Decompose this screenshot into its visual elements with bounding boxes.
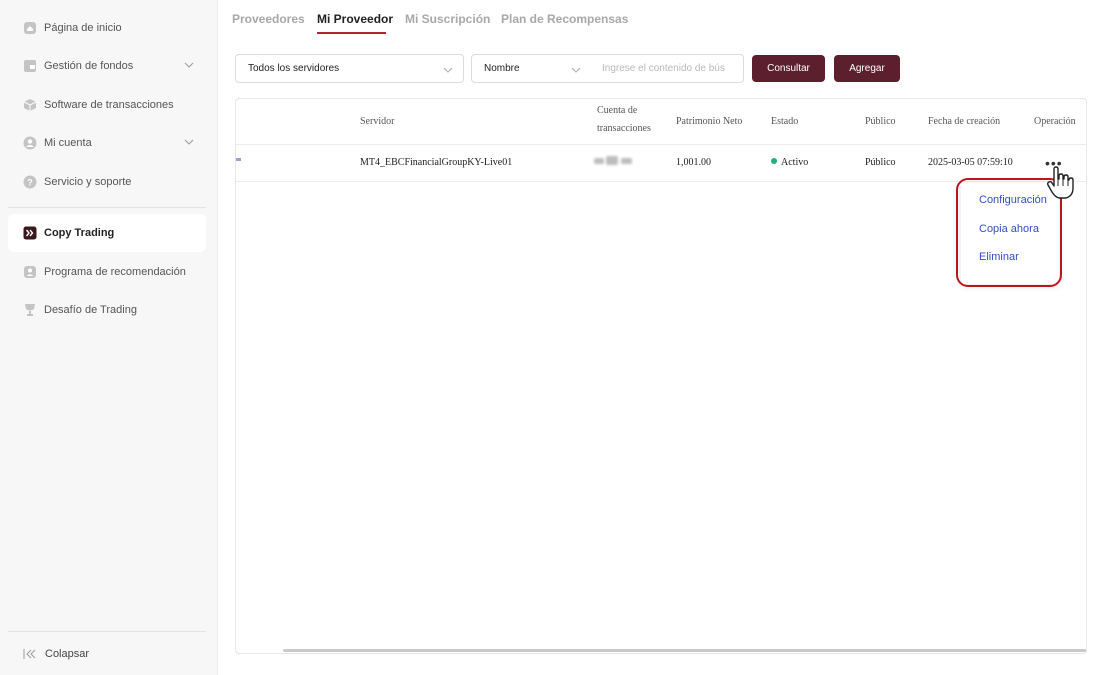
trophy-icon (23, 303, 37, 317)
add-button[interactable]: Agregar (834, 55, 900, 82)
sidebar-item-label: Desafío de Trading (44, 304, 137, 316)
header-divider (236, 144, 1086, 145)
chevron-down-icon[interactable] (184, 60, 194, 70)
horizontal-scrollbar[interactable] (283, 649, 1086, 652)
cell-status: Activo (771, 157, 808, 168)
field-select[interactable]: Nombre (471, 54, 592, 83)
svg-text:?: ? (27, 178, 33, 188)
cell-server: MT4_EBCFinancialGroupKY-Live01 (360, 157, 513, 168)
header-status: Estado (771, 116, 799, 127)
header-server: Servidor (360, 116, 395, 127)
status-dot (771, 158, 777, 164)
sidebar-item-home[interactable]: Página de inicio (8, 9, 206, 47)
box-icon (23, 98, 37, 112)
row-marker (236, 158, 241, 161)
sidebar-item-copy-trading[interactable]: Copy Trading (8, 214, 206, 252)
chevron-down-icon (571, 65, 581, 78)
sidebar-item-challenge[interactable]: Desafío de Trading (8, 291, 206, 329)
cell-created: 2025-03-05 07:59:10 (928, 157, 1013, 168)
home-icon (23, 21, 37, 35)
provider-table: Servidor Cuenta de transacciones Patrimo… (235, 98, 1087, 654)
header-created: Fecha de creación (928, 116, 1001, 127)
menu-item-delete[interactable]: Eliminar (979, 251, 1019, 263)
collapse-label: Colapsar (45, 648, 90, 660)
sidebar-item-support[interactable]: ? Servicio y soporte (8, 163, 206, 201)
help-icon: ? (23, 175, 37, 189)
tab-providers[interactable]: Proveedores (232, 12, 305, 26)
chevron-down-icon[interactable] (184, 137, 194, 147)
hand-cursor-icon (1045, 166, 1075, 207)
tab-my-subscription[interactable]: Mi Suscripción (405, 12, 490, 26)
chevron-down-icon (443, 65, 453, 78)
header-account-line2: transacciones (597, 123, 651, 134)
sidebar-item-label: Servicio y soporte (44, 176, 132, 188)
sidebar-item-label: Mi cuenta (44, 137, 92, 149)
sidebar-item-account[interactable]: Mi cuenta (8, 124, 206, 162)
collapse-button[interactable]: Colapsar (22, 648, 89, 660)
header-account: Cuenta de transacciones (597, 102, 651, 138)
tab-my-provider[interactable]: Mi Proveedor (317, 12, 393, 26)
server-select[interactable]: Todos los servidores (235, 54, 464, 83)
header-public: Público (865, 116, 896, 127)
sidebar-item-label: Copy Trading (44, 227, 115, 239)
field-select-value: Nombre (484, 63, 520, 74)
sidebar-divider (8, 207, 206, 208)
header-operation: Operación (1034, 116, 1076, 127)
header-equity: Patrimonio Neto (676, 116, 743, 127)
sidebar-item-software[interactable]: Software de transacciones (8, 86, 206, 124)
sidebar-item-label: Programa de recomendación (44, 266, 186, 278)
sidebar: Página de inicio Gestión de fondos Softw… (0, 0, 218, 675)
query-button[interactable]: Consultar (752, 55, 825, 82)
menu-item-configuration[interactable]: Configuración (979, 194, 1047, 206)
status-badge: Activo (781, 157, 809, 168)
search-input[interactable] (591, 54, 744, 83)
cell-equity: 1,001.00 (676, 157, 711, 168)
sidebar-item-referral[interactable]: Programa de recomendación (8, 253, 206, 291)
menu-item-copy-now[interactable]: Copia ahora (979, 223, 1039, 235)
referral-icon (23, 265, 37, 279)
copy-trading-icon (23, 226, 37, 240)
sidebar-divider (8, 631, 206, 632)
sidebar-item-funds[interactable]: Gestión de fondos (8, 47, 206, 85)
cell-account-redacted (594, 156, 634, 166)
header-account-line1: Cuenta de (597, 105, 638, 116)
active-tab-indicator (317, 32, 386, 34)
tab-rewards-plan[interactable]: Plan de Recompensas (501, 12, 628, 26)
sidebar-item-label: Software de transacciones (44, 99, 174, 111)
sidebar-item-label: Gestión de fondos (44, 60, 134, 72)
wallet-icon (23, 59, 37, 73)
row-divider (236, 181, 1086, 182)
server-select-value: Todos los servidores (248, 63, 340, 74)
sidebar-item-label: Página de inicio (44, 22, 122, 34)
collapse-icon (22, 648, 38, 660)
cell-public: Público (865, 157, 896, 168)
user-icon (23, 136, 37, 150)
